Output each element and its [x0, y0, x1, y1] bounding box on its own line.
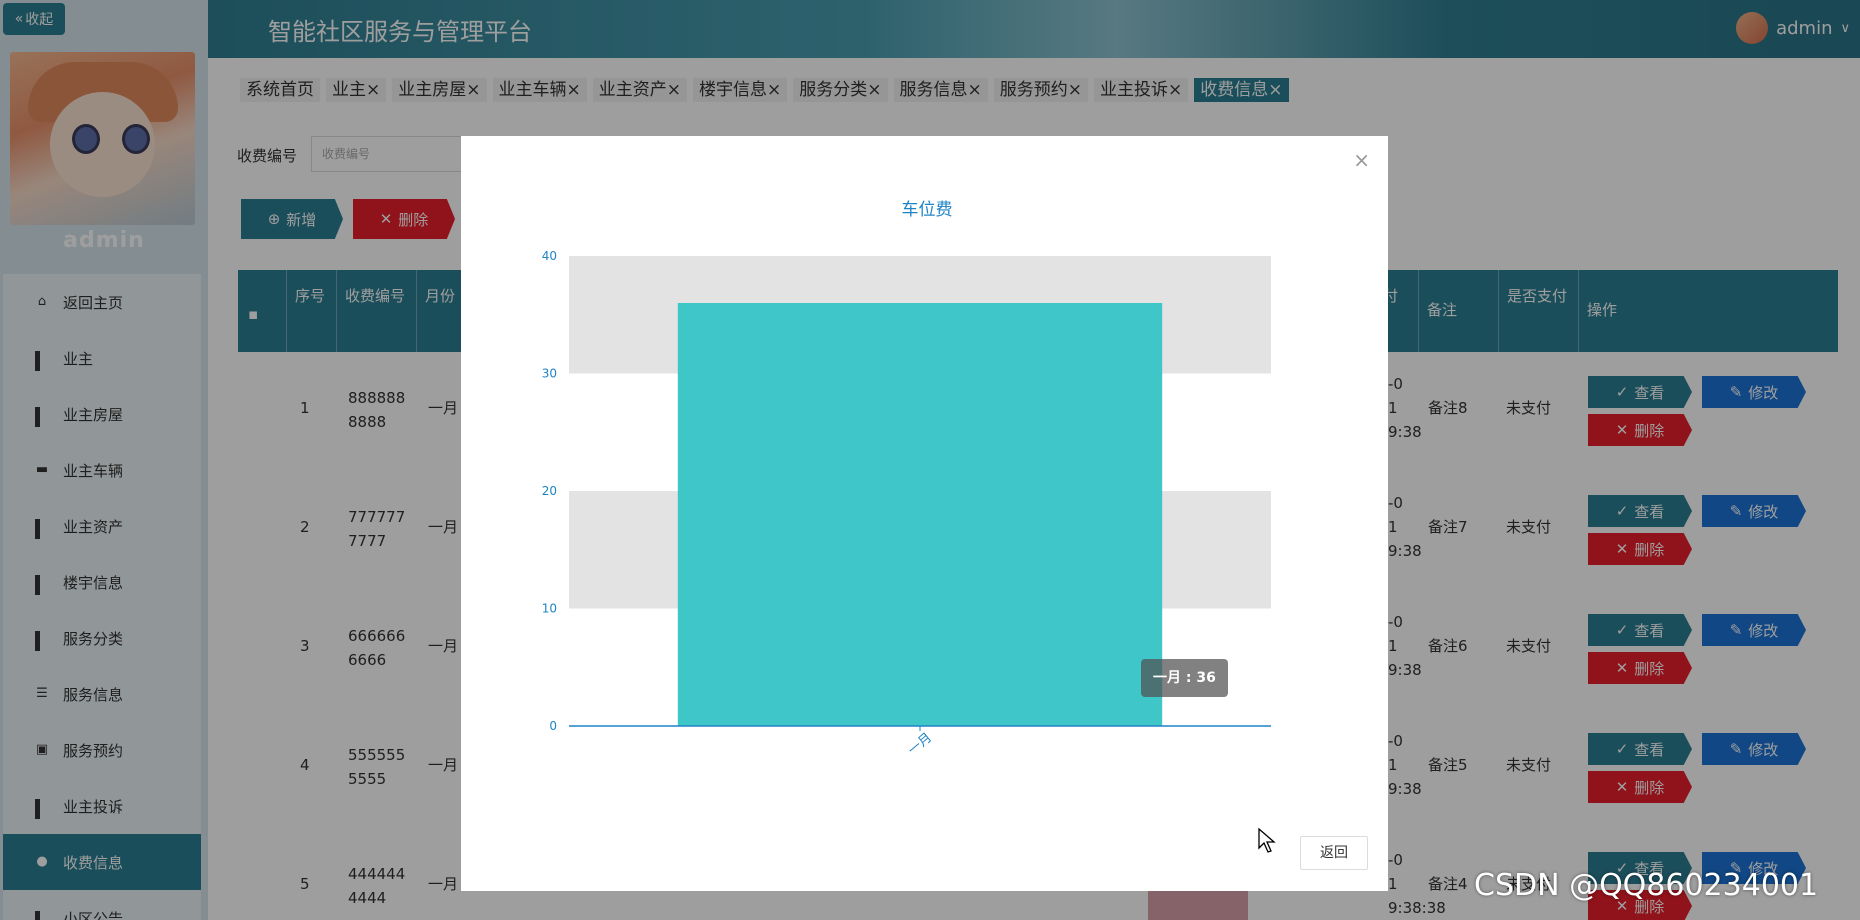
y-tick-label: 40	[542, 249, 557, 263]
y-tick-label: 10	[542, 602, 557, 616]
chart-tooltip: 一月 : 36	[1141, 659, 1228, 697]
y-tick-label: 0	[549, 719, 557, 733]
y-tick-label: 30	[542, 367, 557, 381]
bar-chart: 车位费 0 10 20 30 40 一月	[542, 200, 1271, 758]
bar	[677, 303, 1163, 726]
chart-modal: × 车位费 0 10 20 30 40 一月 一月 : 36 返回	[461, 136, 1388, 891]
watermark: CSDN @QQ860234001	[1474, 868, 1819, 903]
mouse-cursor-icon	[1258, 828, 1276, 853]
back-button[interactable]: 返回	[1300, 836, 1368, 870]
y-tick-label: 20	[542, 484, 557, 498]
chart-title: 车位费	[902, 200, 953, 220]
x-tick-label: 一月	[906, 730, 936, 758]
